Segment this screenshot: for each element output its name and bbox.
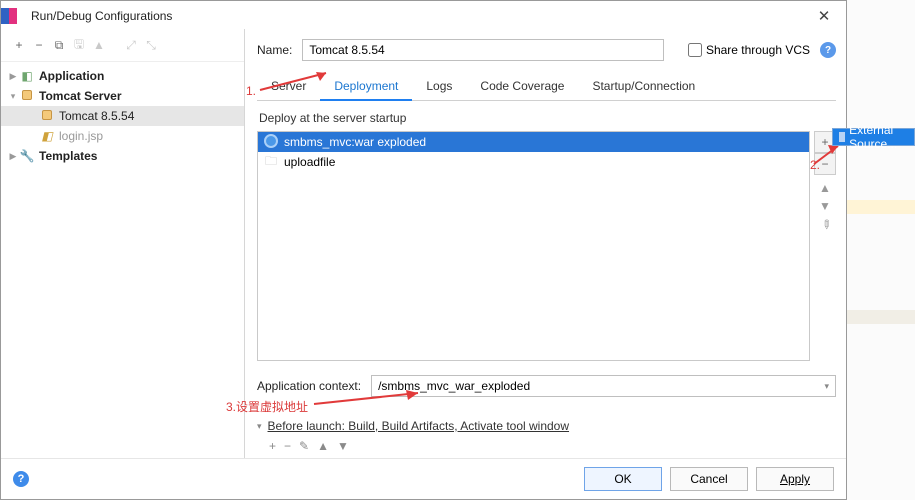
context-value: /smbms_mvc_war_exploded [378,379,530,393]
tab-bar: Server Deployment Logs Code Coverage Sta… [257,73,836,101]
move-up-icon[interactable]: ▲ [815,181,835,199]
help-icon[interactable]: ? [13,471,29,487]
name-input[interactable] [302,39,664,61]
chevron-down-icon: ▾ [824,381,829,392]
add-config-button[interactable]: + [9,35,29,55]
config-panel: Name: Share through VCS ? Server Deploym… [245,29,846,458]
tree-node-login-jsp[interactable]: ◧ login.jsp [1,126,244,146]
external-source-icon [839,132,845,142]
run-debug-dialog: Run/Debug Configurations ✕ + − ⧉ 🖫 ▲ ⤢ ⤡… [0,0,847,500]
tab-logs[interactable]: Logs [412,73,466,100]
edit-icon[interactable]: ✎ [812,213,838,239]
share-vcs-checkbox[interactable] [688,43,702,57]
expand-tree-button[interactable]: ⤢ [121,35,141,55]
copy-config-button[interactable]: ⧉ [49,35,69,55]
bl-up-button[interactable]: ▲ [317,439,329,453]
share-vcs[interactable]: Share through VCS [674,43,810,57]
chevron-down-icon: ▾ [257,421,262,432]
list-item-label: uploadfile [284,155,335,169]
tree-label: Tomcat 8.5.54 [59,109,134,123]
ok-button[interactable]: OK [584,467,662,491]
chevron-down-icon: ▾ [7,91,19,102]
remove-config-button[interactable]: − [29,35,49,55]
reorder-arrows: ▲ ▼ ✎ [814,181,836,235]
cancel-button[interactable]: Cancel [670,467,748,491]
chevron-right-icon: ▶ [7,71,19,82]
before-launch-toolbar: + − ✎ ▲ ▼ [257,433,836,453]
popup-label: External Source... [849,123,908,151]
tab-deployment[interactable]: Deployment [320,73,412,101]
tab-code-coverage[interactable]: Code Coverage [466,73,578,100]
context-label: Application context: [257,379,361,393]
tree-node-templates[interactable]: ▶ 🔧 Templates [1,146,244,166]
application-context-row: Application context: /smbms_mvc_war_expl… [257,375,836,397]
context-combo[interactable]: /smbms_mvc_war_exploded ▾ [371,375,836,397]
tab-startup-connection[interactable]: Startup/Connection [578,73,709,100]
dialog-footer: ? OK Cancel Apply [1,458,846,499]
deploy-area: smbms_mvc:war exploded 🗀 uploadfile + − … [257,131,836,361]
bl-down-button[interactable]: ▼ [337,439,349,453]
folder-icon: 🗀 [264,152,278,173]
war-icon [264,134,278,151]
application-icon: ◧ [19,69,35,83]
name-label: Name: [257,43,292,57]
external-source-popup[interactable]: External Source... [832,128,915,146]
move-up-button[interactable]: ▲ [89,35,109,55]
annotation-3: 3.设置虚拟地址 [226,398,308,415]
list-item-label: smbms_mvc:war exploded [284,135,426,149]
before-launch-title: Before launch: Build, Build Artifacts, A… [268,419,570,433]
tree-label: Tomcat Server [39,89,121,103]
name-row: Name: Share through VCS ? [257,35,836,71]
list-item[interactable]: 🗀 uploadfile [258,152,809,172]
tree-label: Templates [39,149,97,163]
intellij-logo-icon [9,8,25,24]
tab-server[interactable]: Server [257,73,320,100]
tree-label: Application [39,69,104,83]
annotation-2: 2. [810,158,820,172]
list-item[interactable]: smbms_mvc:war exploded [258,132,809,152]
share-vcs-label: Share through VCS [706,43,810,57]
tomcat-icon [39,109,55,123]
sidebar-toolbar: + − ⧉ 🖫 ▲ ⤢ ⤡ [1,29,244,62]
tomcat-server-icon [19,89,35,103]
titlebar: Run/Debug Configurations ✕ [1,1,846,29]
tree-node-tomcat-server[interactable]: ▾ Tomcat Server [1,86,244,106]
before-launch-section: ▾ Before launch: Build, Build Artifacts,… [257,419,836,453]
close-icon[interactable]: ✕ [810,7,838,25]
save-config-button[interactable]: 🖫 [69,35,89,55]
bl-remove-button[interactable]: − [284,439,291,453]
deploy-section-label: Deploy at the server startup [257,101,836,131]
background-right-strip [847,0,915,500]
configurations-sidebar: + − ⧉ 🖫 ▲ ⤢ ⤡ ▶ ◧ Application ▾ Tomcat S [1,29,245,458]
chevron-right-icon: ▶ [7,151,19,162]
deploy-list[interactable]: smbms_mvc:war exploded 🗀 uploadfile [257,131,810,361]
jsp-icon: ◧ [39,129,55,143]
apply-button[interactable]: Apply [756,467,834,491]
bl-edit-button[interactable]: ✎ [299,439,309,453]
tree-node-application[interactable]: ▶ ◧ Application [1,66,244,86]
before-launch-header[interactable]: ▾ Before launch: Build, Build Artifacts,… [257,419,836,433]
tree-label: login.jsp [59,129,103,143]
bl-add-button[interactable]: + [269,439,276,453]
collapse-tree-button[interactable]: ⤡ [141,35,161,55]
dialog-title: Run/Debug Configurations [31,9,810,23]
annotation-1: 1. [246,84,256,98]
configurations-tree: ▶ ◧ Application ▾ Tomcat Server Tomcat 8… [1,62,244,458]
tree-node-tomcat-instance[interactable]: Tomcat 8.5.54 [1,106,244,126]
wrench-icon: 🔧 [19,149,35,163]
help-icon[interactable]: ? [820,42,836,58]
